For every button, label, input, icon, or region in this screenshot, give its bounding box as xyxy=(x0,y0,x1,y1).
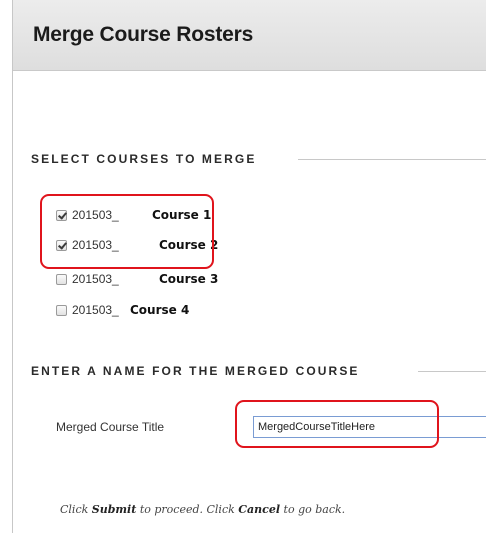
instructions-middle: to proceed. Click xyxy=(136,503,239,516)
course-3-name: Course 3 xyxy=(159,272,219,286)
page-title: Merge Course Rosters xyxy=(33,23,254,46)
instructions-submit-word: Submit xyxy=(91,503,137,516)
input-highlight-annotation xyxy=(235,400,439,448)
page-header: Merge Course Rosters xyxy=(13,0,486,71)
select-courses-rule xyxy=(298,159,486,160)
instructions-suffix: to go back. xyxy=(280,503,346,516)
select-courses-heading: SELECT COURSES TO MERGE xyxy=(31,152,257,166)
instructions-text: Click Submit to proceed. Click Cancel to… xyxy=(60,503,345,516)
course-4-name: Course 4 xyxy=(130,303,190,317)
courses-highlight-annotation xyxy=(40,194,214,269)
instructions-cancel-word: Cancel xyxy=(238,503,281,516)
course-3-code: 201503_ xyxy=(72,272,119,286)
frame-left-border xyxy=(12,0,13,533)
merged-name-rule xyxy=(418,371,486,372)
course-row-4[interactable]: 201503_ Course 4 xyxy=(56,301,189,319)
course-4-checkbox[interactable] xyxy=(56,304,67,316)
course-3-checkbox[interactable] xyxy=(56,273,67,285)
course-4-code: 201503_ xyxy=(72,303,119,317)
merged-name-heading: ENTER A NAME FOR THE MERGED COURSE xyxy=(31,364,360,378)
course-row-3[interactable]: 201503_ Course 3 xyxy=(56,270,218,288)
instructions-prefix: Click xyxy=(60,503,92,516)
merged-course-title-label: Merged Course Title xyxy=(56,420,165,434)
